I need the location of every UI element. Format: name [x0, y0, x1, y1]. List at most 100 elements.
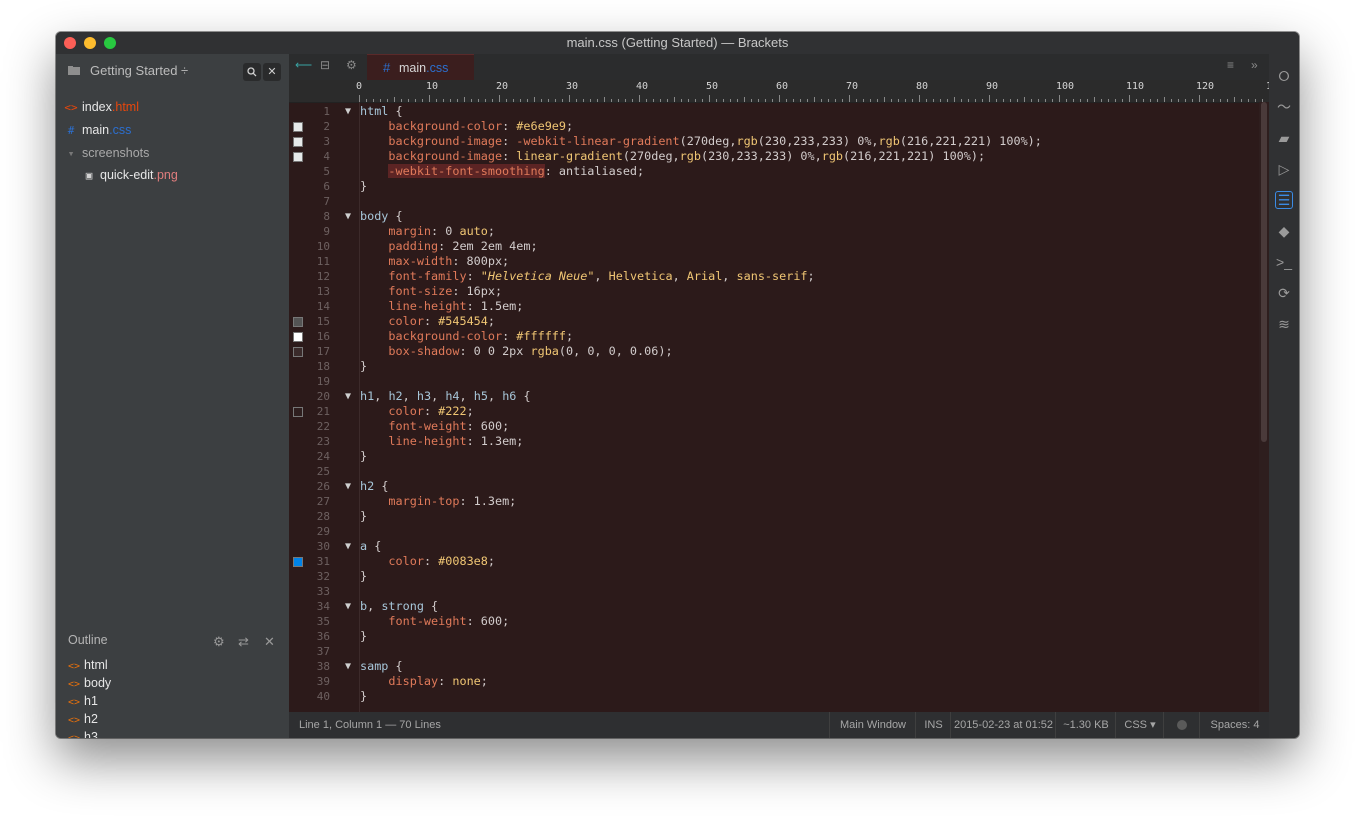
code-line[interactable]: 7 — [289, 194, 1259, 209]
code-line[interactable]: 25 — [289, 464, 1259, 479]
fold-arrow-icon[interactable]: ▼ — [345, 539, 351, 554]
gear-icon[interactable]: ⚙ — [346, 58, 357, 72]
file-quick-edit-png[interactable]: ▣ quick-edit.png — [82, 164, 178, 186]
code-text[interactable]: display: none; — [360, 674, 487, 689]
code-text[interactable]: font-weight: 600; — [360, 614, 509, 629]
code-text[interactable]: } — [360, 179, 367, 194]
swap-icon[interactable]: ⇄ — [238, 634, 249, 650]
color-swatch[interactable] — [293, 347, 303, 357]
color-swatch[interactable] — [293, 122, 303, 132]
code-line[interactable]: 11 max-width: 800px; — [289, 254, 1259, 269]
outline-item[interactable]: <> body — [68, 674, 111, 692]
code-line[interactable]: 21 color: #222; — [289, 404, 1259, 419]
code-editor[interactable]: 1 ▼ html {2 background-color: #e6e9e9; 3 ba… — [289, 102, 1259, 712]
code-text[interactable]: background-color: #e6e9e9; — [360, 119, 573, 134]
code-line[interactable]: 37 — [289, 644, 1259, 659]
code-text[interactable]: color: #0083e8; — [360, 554, 495, 569]
back-arrow-icon[interactable]: ⟵ — [295, 58, 312, 72]
code-line[interactable]: 16 background-color: #ffffff; — [289, 329, 1259, 344]
code-text[interactable]: } — [360, 569, 367, 584]
code-line[interactable]: 6} — [289, 179, 1259, 194]
code-line[interactable]: 1 ▼ html { — [289, 104, 1259, 119]
live-preview-icon[interactable]: ⭘ — [1276, 68, 1292, 84]
code-text[interactable]: background-color: #ffffff; — [360, 329, 573, 344]
file-index-html[interactable]: <> index.html — [64, 96, 139, 118]
file-main-css[interactable]: # main.css — [64, 119, 132, 141]
code-line[interactable]: 8 ▼ body { — [289, 209, 1259, 224]
code-text[interactable]: line-height: 1.5em; — [360, 299, 523, 314]
code-line[interactable]: 39 display: none; — [289, 674, 1259, 689]
console-icon[interactable]: >_ — [1276, 254, 1292, 270]
fold-arrow-icon[interactable]: ▼ — [345, 389, 351, 404]
gear-icon[interactable]: ⚙ — [213, 634, 225, 650]
layers-icon[interactable]: ≋ — [1276, 316, 1292, 332]
code-text[interactable]: color: #222; — [360, 404, 473, 419]
split-view-icon[interactable]: ⊟ — [320, 58, 330, 72]
code-text[interactable]: } — [360, 359, 367, 374]
code-line[interactable]: 26 ▼ h2 { — [289, 479, 1259, 494]
code-text[interactable]: padding: 2em 2em 4em; — [360, 239, 537, 254]
code-line[interactable]: 22 font-weight: 600; — [289, 419, 1259, 434]
scroll-thumb[interactable] — [1261, 102, 1267, 442]
code-line[interactable]: 9 margin: 0 auto; — [289, 224, 1259, 239]
lint-status[interactable] — [1163, 712, 1200, 738]
code-text[interactable]: font-size: 16px; — [360, 284, 502, 299]
code-text[interactable]: box-shadow: 0 0 2px rgba(0, 0, 0, 0.06); — [360, 344, 672, 359]
minimize-window-button[interactable] — [84, 37, 96, 49]
outline-item[interactable]: <> h1 — [68, 692, 98, 710]
code-line[interactable]: 15 color: #545454; — [289, 314, 1259, 329]
search-button[interactable] — [243, 63, 261, 81]
code-text[interactable]: b, strong { — [360, 599, 438, 614]
outline-item[interactable]: <>h3 — [68, 728, 98, 738]
extension-manager-icon[interactable]: ▰ — [1276, 130, 1292, 146]
indentation-setting[interactable]: Spaces: 4 — [1199, 712, 1270, 738]
menu-icon[interactable]: ≡ — [1227, 58, 1234, 72]
code-line[interactable]: 28} — [289, 509, 1259, 524]
code-line[interactable]: 2 background-color: #e6e9e9; — [289, 119, 1259, 134]
code-text[interactable]: html { — [360, 104, 403, 119]
vertical-scrollbar[interactable] — [1259, 102, 1269, 712]
code-line[interactable]: 18} — [289, 359, 1259, 374]
code-line[interactable]: 5 -webkit-font-smoothing: antialiased; — [289, 164, 1259, 179]
code-line[interactable]: 4 background-image: linear-gradient(270d… — [289, 149, 1259, 164]
code-line[interactable]: 29 — [289, 524, 1259, 539]
code-text[interactable]: font-weight: 600; — [360, 419, 509, 434]
code-line[interactable]: 20 ▼ h1, h2, h3, h4, h5, h6 { — [289, 389, 1259, 404]
code-line[interactable]: 13 font-size: 16px; — [289, 284, 1259, 299]
code-line[interactable]: 40} — [289, 689, 1259, 704]
code-line[interactable]: 34 ▼ b, strong { — [289, 599, 1259, 614]
color-swatch[interactable] — [293, 557, 303, 567]
code-line[interactable]: 31 color: #0083e8; — [289, 554, 1259, 569]
code-line[interactable]: 17 box-shadow: 0 0 2px rgba(0, 0, 0, 0.0… — [289, 344, 1259, 359]
color-swatch[interactable] — [293, 152, 303, 162]
code-text[interactable]: samp { — [360, 659, 403, 674]
code-line[interactable]: 3 background-image: -webkit-linear-gradi… — [289, 134, 1259, 149]
code-text[interactable]: } — [360, 449, 367, 464]
chevron-double-right-icon[interactable]: » — [1251, 58, 1258, 72]
code-line[interactable]: 23 line-height: 1.3em; — [289, 434, 1259, 449]
code-line[interactable]: 33 — [289, 584, 1259, 599]
close-window-button[interactable] — [64, 37, 76, 49]
git-icon[interactable]: ◆ — [1276, 223, 1292, 239]
code-line[interactable]: 38 ▼ samp { — [289, 659, 1259, 674]
code-text[interactable]: background-image: -webkit-linear-gradien… — [360, 134, 1041, 149]
project-dropdown[interactable]: Getting Started ÷ — [90, 63, 188, 78]
folder-screenshots[interactable]: ▾ screenshots — [64, 142, 150, 164]
code-text[interactable]: background-image: linear-gradient(270deg… — [360, 149, 985, 164]
fold-arrow-icon[interactable]: ▼ — [345, 104, 351, 119]
fold-arrow-icon[interactable]: ▼ — [345, 659, 351, 674]
code-line[interactable]: 36} — [289, 629, 1259, 644]
close-icon[interactable]: ✕ — [264, 634, 275, 650]
color-swatch[interactable] — [293, 317, 303, 327]
code-line[interactable]: 10 padding: 2em 2em 4em; — [289, 239, 1259, 254]
outline-item[interactable]: <> html — [68, 656, 108, 674]
maximize-window-button[interactable] — [104, 37, 116, 49]
insert-mode-toggle[interactable]: INS — [915, 712, 951, 738]
code-line[interactable]: 27 margin-top: 1.3em; — [289, 494, 1259, 509]
code-line[interactable]: 14 line-height: 1.5em; — [289, 299, 1259, 314]
code-text[interactable]: font-family: "Helvetica Neue", Helvetica… — [360, 269, 814, 284]
code-text[interactable]: -webkit-font-smoothing: antialiased; — [360, 164, 644, 179]
outline-item[interactable]: <> h2 — [68, 710, 98, 728]
fold-arrow-icon[interactable]: ▼ — [345, 209, 351, 224]
code-text[interactable]: } — [360, 629, 367, 644]
